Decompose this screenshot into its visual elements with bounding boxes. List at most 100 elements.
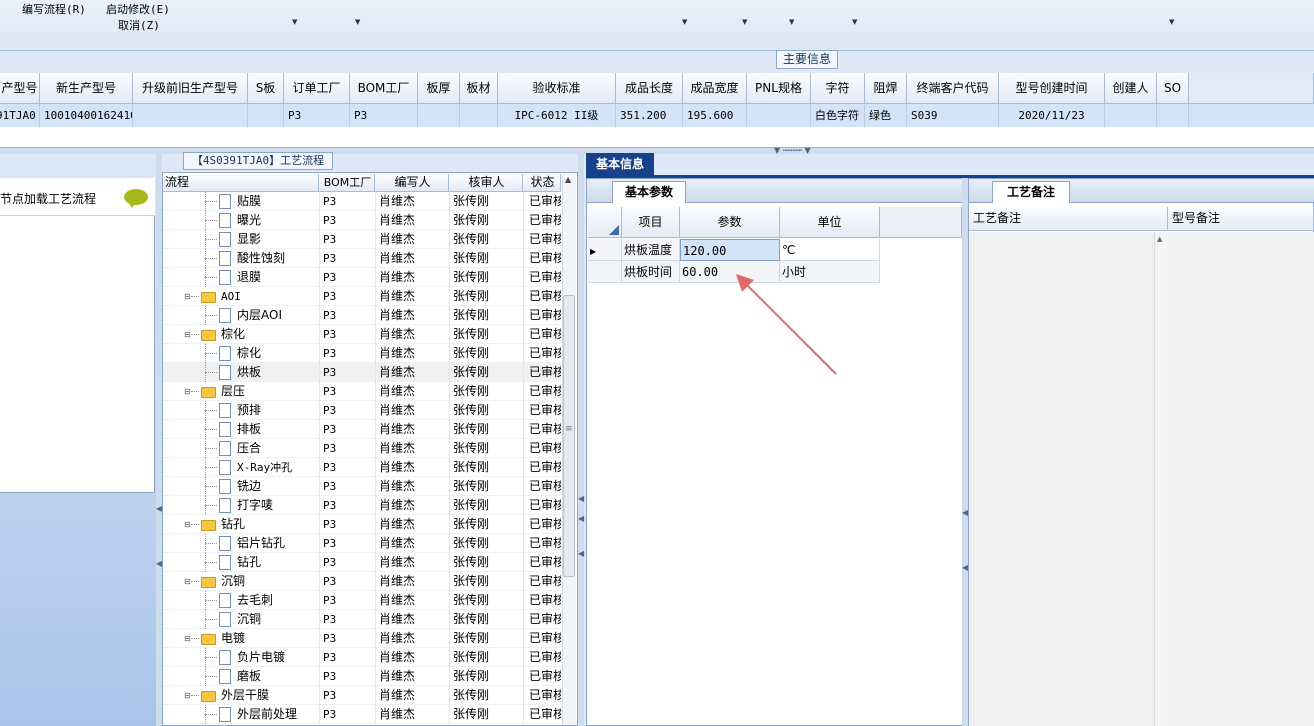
row-indicator[interactable] [588, 261, 622, 283]
main-table-header[interactable]: 验收标准 [498, 73, 616, 104]
start-modify-menu[interactable]: 启动修改(E) [106, 1, 170, 17]
main-table-header[interactable]: PNL规格 [747, 73, 811, 104]
chevron-up-icon[interactable]: ▲ [1157, 235, 1162, 243]
chevron-down-icon[interactable]: ▼ ┅┅┅┅ ▼ [774, 146, 811, 155]
collapse-icon[interactable]: ⊟ [184, 520, 191, 529]
write-flow-menu[interactable]: 编写流程(R) [22, 1, 86, 17]
collapse-icon[interactable]: ⊟ [184, 634, 191, 643]
main-table-header[interactable]: 终端客户代码 [907, 73, 999, 104]
cancel-menu[interactable]: 取消(Z) [118, 17, 160, 33]
tree-header-cell[interactable]: 编写人 [375, 174, 449, 192]
tree-header-cell[interactable]: BOM工厂 [319, 174, 375, 192]
tree-header-cell[interactable]: 流程 [163, 174, 319, 192]
param-value-cell[interactable]: 120.00 [680, 239, 780, 261]
chevron-down-icon[interactable]: ▼ [789, 18, 794, 26]
param-header-value[interactable]: 参数 [680, 207, 780, 238]
main-info-tab[interactable]: 主要信息 [776, 50, 838, 69]
tree-row[interactable]: ⊟ AOI P3 肖维杰 张传刚 已审核 [163, 287, 561, 306]
collapse-icon[interactable]: ⊟ [184, 691, 191, 700]
main-table-cell[interactable] [248, 104, 284, 127]
tree-row[interactable]: 预排 P3 肖维杰 张传刚 已审核 [163, 401, 561, 420]
chevron-left-icon[interactable]: ◀ [578, 549, 584, 558]
main-table-header[interactable]: 升级前旧生产型号 [133, 73, 248, 104]
main-table-cell[interactable] [418, 104, 460, 127]
tree-row[interactable]: 铣边 P3 肖维杰 张传刚 已审核 [163, 477, 561, 496]
main-table-cell[interactable]: 绿色 [865, 104, 907, 127]
main-table-cell[interactable]: 10010400162410 [40, 104, 133, 127]
tree-row[interactable]: 外层前处理 P3 肖维杰 张传刚 已审核 [163, 705, 561, 724]
tree-row[interactable]: 钻孔 P3 肖维杰 张传刚 已审核 [163, 553, 561, 572]
tree-row[interactable]: ⊟ 沉铜 P3 肖维杰 张传刚 已审核 [163, 572, 561, 591]
main-table-cell[interactable]: 195.600 [683, 104, 747, 127]
main-table-cell[interactable] [1105, 104, 1157, 127]
main-table-cell[interactable]: P3 [284, 104, 350, 127]
tree-row[interactable]: 曝光 P3 肖维杰 张传刚 已审核 [163, 211, 561, 230]
tree-row[interactable]: 去毛刺 P3 肖维杰 张传刚 已审核 [163, 591, 561, 610]
tree-row[interactable]: 内层AOI P3 肖维杰 张传刚 已审核 [163, 306, 561, 325]
tree-row[interactable]: 排板 P3 肖维杰 张传刚 已审核 [163, 420, 561, 439]
collapse-icon[interactable]: ⊟ [184, 387, 191, 396]
tree-row[interactable]: 显影 P3 肖维杰 张传刚 已审核 [163, 230, 561, 249]
tree-row[interactable]: ⊟ 外层干膜 P3 肖维杰 张传刚 已审核 [163, 686, 561, 705]
main-table-cell[interactable]: 351.200 [616, 104, 683, 127]
tree-row[interactable]: 棕化 P3 肖维杰 张传刚 已审核 [163, 344, 561, 363]
main-table-header[interactable]: 阻焊 [865, 73, 907, 104]
main-table-header[interactable]: S板 [248, 73, 284, 104]
tree-row[interactable]: 压合 P3 肖维杰 张传刚 已审核 [163, 439, 561, 458]
tree-row[interactable]: 打字唛 P3 肖维杰 张传刚 已审核 [163, 496, 561, 515]
chevron-down-icon[interactable]: ▼ [292, 18, 297, 26]
main-table-header[interactable]: 订单工厂 [284, 73, 350, 104]
tree-row[interactable]: ⊟ 层压 P3 肖维杰 张传刚 已审核 [163, 382, 561, 401]
model-remark-textarea[interactable] [1168, 232, 1314, 726]
collapse-icon[interactable]: ⊟ [184, 292, 191, 301]
tree-row[interactable]: 酸性蚀刻 P3 肖维杰 张传刚 已审核 [163, 249, 561, 268]
row-indicator[interactable]: ▶ [588, 239, 622, 261]
main-table-cell[interactable]: S039 [907, 104, 999, 127]
speech-bubble-icon[interactable] [124, 189, 148, 208]
collapse-icon[interactable]: ⊟ [184, 330, 191, 339]
chevron-down-icon[interactable]: ▼ [1169, 18, 1174, 26]
process-remark-textarea[interactable] [969, 232, 1168, 726]
chevron-up-icon[interactable]: ▲ [565, 175, 571, 184]
main-table-header[interactable]: 成品长度 [616, 73, 683, 104]
main-table-header[interactable]: 板材 [460, 73, 498, 104]
main-table-header[interactable]: SO [1157, 73, 1189, 104]
tree-row[interactable]: ⊟ 棕化 P3 肖维杰 张传刚 已审核 [163, 325, 561, 344]
main-table-header[interactable]: BOM工厂 [350, 73, 418, 104]
main-table-cell[interactable]: 2020/11/23 [999, 104, 1105, 127]
param-header-unit[interactable]: 单位 [780, 207, 880, 238]
tree-row[interactable]: ⊟ 电镀 P3 肖维杰 张传刚 已审核 [163, 629, 561, 648]
basic-params-tab[interactable]: 基本参数 [612, 181, 686, 203]
main-table-header[interactable]: 产型号 [0, 73, 40, 104]
main-table-cell[interactable]: IPC-6012 II级 [498, 104, 616, 127]
main-table-header[interactable]: 成品宽度 [683, 73, 747, 104]
tree-row[interactable]: 烘板 P3 肖维杰 张传刚 已审核 [163, 363, 561, 382]
main-table-header[interactable]: 新生产型号 [40, 73, 133, 104]
tree-row[interactable]: 退膜 P3 肖维杰 张传刚 已审核 [163, 268, 561, 287]
main-table-cell[interactable] [1157, 104, 1189, 127]
tree-row[interactable]: ⊟ 钻孔 P3 肖维杰 张传刚 已审核 [163, 515, 561, 534]
chevron-down-icon[interactable]: ▼ [852, 18, 857, 26]
collapse-icon[interactable]: ⊟ [184, 577, 191, 586]
main-table-cell[interactable]: P3 [350, 104, 418, 127]
chevron-down-icon[interactable]: ▼ [682, 18, 687, 26]
main-table-cell[interactable] [747, 104, 811, 127]
main-table-header[interactable]: 板厚 [418, 73, 460, 104]
main-table-cell[interactable] [460, 104, 498, 127]
chevron-left-icon[interactable]: ◀ [578, 494, 584, 503]
main-table-header[interactable]: 字符 [811, 73, 865, 104]
tree-row[interactable]: 贴膜 P3 肖维杰 张传刚 已审核 [163, 192, 561, 211]
main-table-cell[interactable] [133, 104, 248, 127]
main-table-cell[interactable]: 91TJA0 [0, 104, 40, 127]
tree-row[interactable]: 沉铜 P3 肖维杰 张传刚 已审核 [163, 610, 561, 629]
tree-header-cell[interactable]: 核审人 [449, 174, 523, 192]
main-table-cell[interactable]: 白色字符 [811, 104, 865, 127]
param-header-item[interactable]: 项目 [622, 207, 680, 238]
basic-info-tab[interactable]: 基本信息 [586, 153, 654, 175]
tree-row[interactable]: X-Ray冲孔 P3 肖维杰 张传刚 已审核 [163, 458, 561, 477]
tree-header-cell[interactable]: 状态 [523, 174, 561, 192]
vertical-splitter-middle[interactable]: ◀ ◀ ◀ [578, 154, 584, 726]
chevron-left-icon[interactable]: ◀ [578, 514, 584, 523]
chevron-down-icon[interactable]: ▼ [742, 18, 747, 26]
main-table-header[interactable]: 型号创建时间 [999, 73, 1105, 104]
